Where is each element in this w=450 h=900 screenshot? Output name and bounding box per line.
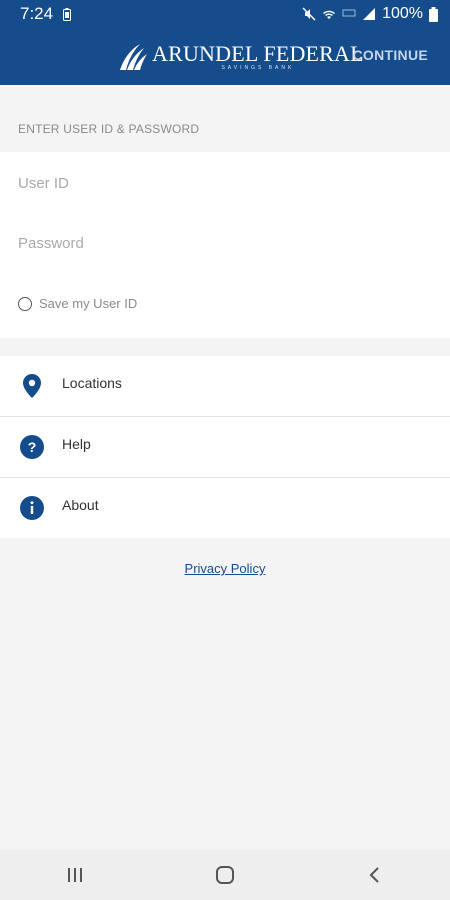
menu-list: Locations ? Help About bbox=[0, 356, 450, 538]
battery-icon bbox=[429, 6, 438, 22]
lte-icon bbox=[342, 8, 356, 20]
save-user-id-label: Save my User ID bbox=[39, 296, 138, 311]
svg-text:?: ? bbox=[28, 439, 37, 455]
bank-logo: ARUNDEL FEDERAL SAVINGS BANK bbox=[118, 38, 364, 76]
help-icon: ? bbox=[20, 434, 44, 460]
app-header: ARUNDEL FEDERAL SAVINGS BANK CONTINUE bbox=[0, 28, 450, 85]
info-icon bbox=[20, 495, 44, 521]
status-bar: 7:24 100% bbox=[0, 0, 450, 28]
menu-item-about[interactable]: About bbox=[0, 478, 450, 538]
menu-item-help[interactable]: ? Help bbox=[0, 417, 450, 477]
logo-text-wrap: ARUNDEL FEDERAL SAVINGS BANK bbox=[152, 40, 364, 72]
back-icon[interactable] bbox=[345, 855, 405, 895]
status-left: 7:24 bbox=[20, 4, 72, 24]
menu-item-locations[interactable]: Locations bbox=[0, 356, 450, 416]
wifi-icon bbox=[322, 7, 336, 21]
user-id-input[interactable] bbox=[18, 168, 432, 198]
home-icon[interactable] bbox=[195, 855, 255, 895]
continue-button[interactable]: CONTINUE bbox=[352, 47, 428, 63]
status-right: 100% bbox=[302, 5, 438, 23]
logo-text: ARUNDEL FEDERAL bbox=[152, 40, 364, 66]
recent-apps-icon[interactable] bbox=[45, 855, 105, 895]
menu-item-label: About bbox=[62, 497, 99, 513]
login-card: Save my User ID bbox=[0, 152, 450, 338]
status-time: 7:24 bbox=[20, 4, 54, 23]
logo-mark-icon bbox=[120, 44, 147, 70]
privacy-policy-link[interactable]: Privacy Policy bbox=[185, 561, 266, 576]
system-nav-bar bbox=[0, 850, 450, 900]
privacy-link-wrap: Privacy Policy bbox=[0, 560, 450, 578]
menu-item-label: Help bbox=[62, 436, 91, 452]
password-input[interactable] bbox=[18, 228, 432, 258]
save-user-id-toggle[interactable]: Save my User ID bbox=[18, 296, 137, 311]
battery-saver-icon bbox=[63, 7, 72, 21]
login-section-label: ENTER USER ID & PASSWORD bbox=[18, 122, 200, 136]
mute-icon bbox=[302, 7, 316, 21]
signal-icon bbox=[362, 7, 376, 21]
logo-subtext: SAVINGS BANK bbox=[221, 64, 295, 71]
battery-percent: 100% bbox=[382, 5, 423, 22]
menu-item-label: Locations bbox=[62, 375, 122, 391]
location-pin-icon bbox=[20, 373, 44, 399]
save-user-id-radio[interactable] bbox=[18, 296, 32, 311]
